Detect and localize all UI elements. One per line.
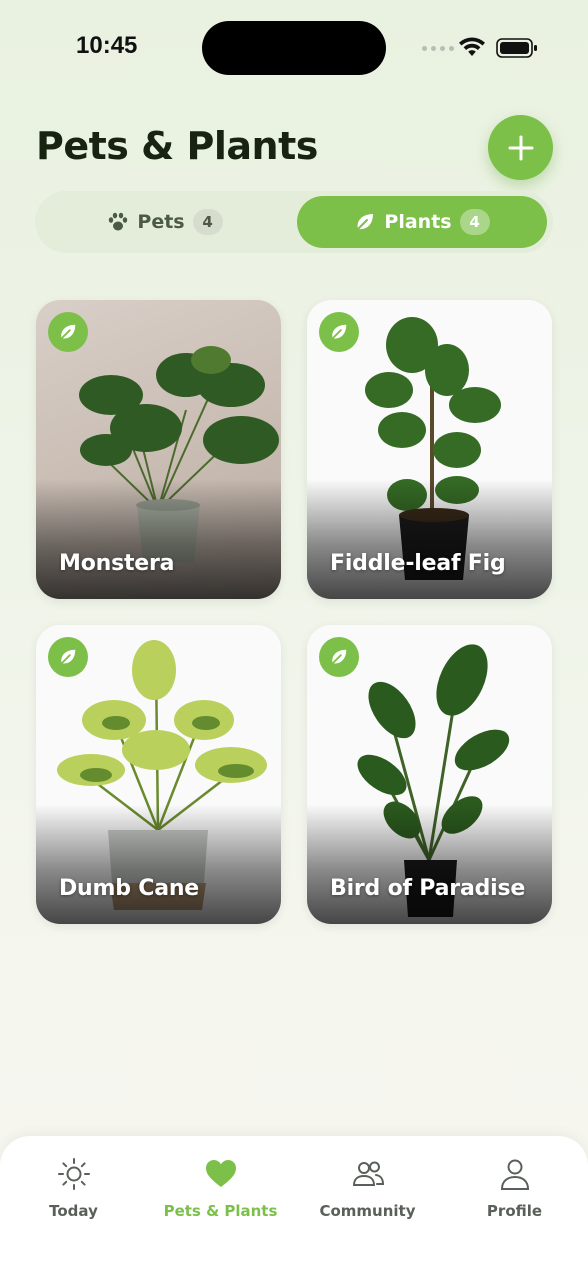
plant-card-fiddle-leaf-fig[interactable]: Fiddle-leaf Fig: [307, 300, 552, 599]
person-icon: [500, 1159, 529, 1190]
plant-badge: [48, 312, 88, 352]
tab-plants[interactable]: Plants 4: [297, 196, 547, 248]
heart-icon: [205, 1160, 236, 1187]
leaf-icon: [60, 324, 76, 340]
nav-today[interactable]: Today: [0, 1156, 147, 1220]
nav-profile-label: Profile: [486, 1202, 543, 1220]
plant-card-dumb-cane[interactable]: Dumb Cane: [36, 625, 281, 924]
plus-icon: [508, 135, 533, 160]
plant-badge: [319, 312, 359, 352]
plant-name: Fiddle-leaf Fig: [330, 551, 506, 576]
paw-icon: [109, 212, 128, 231]
plant-badge: [48, 637, 88, 677]
tab-pets-label: Pets: [137, 211, 185, 233]
leaf-icon: [60, 649, 76, 665]
tab-plants-count-badge: 4: [459, 209, 490, 235]
nav-pets-plants[interactable]: Pets & Plants: [147, 1156, 294, 1220]
status-time: 10:45: [76, 32, 138, 59]
dynamic-island: [202, 21, 386, 75]
plant-name: Monstera: [59, 551, 175, 576]
pets-plants-segmented-control: Pets 4 Plants 4: [35, 191, 553, 253]
nav-community[interactable]: Community: [294, 1156, 441, 1220]
battery-icon: [496, 38, 537, 58]
leaf-icon: [331, 649, 347, 665]
page-title: Pets & Plants: [36, 124, 318, 168]
bottom-nav: Today Pets & Plants Community Profile: [0, 1136, 588, 1280]
leaf-icon: [357, 214, 374, 230]
wifi-icon: [459, 37, 485, 56]
nav-community-label: Community: [319, 1202, 416, 1220]
leaf-icon: [331, 324, 347, 340]
nav-pets-plants-label: Pets & Plants: [163, 1202, 278, 1220]
tab-plants-label: Plants: [384, 211, 452, 233]
plant-name: Bird of Paradise: [330, 876, 526, 901]
plant-card-bird-of-paradise[interactable]: Bird of Paradise: [307, 625, 552, 924]
tab-pets-count-badge: 4: [192, 209, 223, 235]
cellular-signal-icon: [422, 46, 454, 51]
people-icon: [352, 1161, 384, 1186]
status-bar: 10:45: [0, 0, 588, 96]
add-button[interactable]: [488, 115, 553, 180]
nav-profile[interactable]: Profile: [441, 1156, 588, 1220]
nav-today-label: Today: [49, 1202, 98, 1220]
tab-pets[interactable]: Pets 4: [40, 196, 290, 248]
plant-badge: [319, 637, 359, 677]
sun-icon: [57, 1158, 90, 1190]
plant-name: Dumb Cane: [59, 876, 200, 901]
plant-card-monstera[interactable]: Monstera: [36, 300, 281, 599]
